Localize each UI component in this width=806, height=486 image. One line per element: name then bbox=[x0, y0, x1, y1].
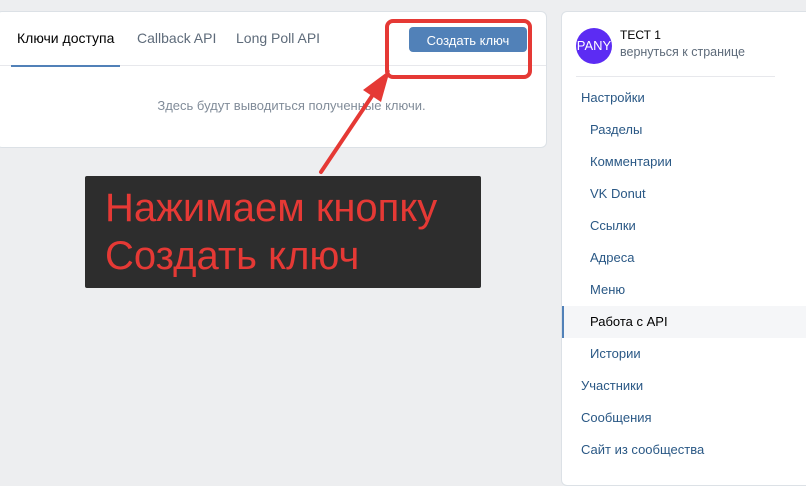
sidebar-item-settings[interactable]: Настройки bbox=[562, 82, 806, 114]
annotation-line-2: Создать ключ bbox=[105, 234, 360, 278]
sidebar-item-api[interactable]: Работа с API bbox=[562, 306, 806, 338]
tab-access-keys[interactable]: Ключи доступа bbox=[10, 12, 121, 67]
sidebar-divider bbox=[576, 76, 775, 77]
avatar[interactable]: PANY bbox=[576, 28, 612, 64]
empty-keys-message: Здесь будут выводиться полученные ключи. bbox=[157, 98, 426, 113]
sidebar-item-comments[interactable]: Комментарии bbox=[562, 146, 806, 178]
create-key-button[interactable]: Создать ключ bbox=[409, 27, 527, 52]
sidebar-item-sections[interactable]: Разделы bbox=[562, 114, 806, 146]
sidebar-item-messages[interactable]: Сообщения bbox=[562, 402, 806, 434]
sidebar-item-stories[interactable]: Истории bbox=[562, 338, 806, 370]
sidebar-item-links[interactable]: Ссылки bbox=[562, 210, 806, 242]
sidebar-item-community-site[interactable]: Сайт из сообщества bbox=[562, 434, 806, 466]
sidebar-item-addresses[interactable]: Адреса bbox=[562, 242, 806, 274]
tab-callback-api[interactable]: Callback API bbox=[137, 12, 216, 66]
sidebar-item-vk-donut[interactable]: VK Donut bbox=[562, 178, 806, 210]
annotation-callout: Нажимаем кнопку Создать ключ bbox=[85, 176, 481, 288]
community-name[interactable]: ТЕСТ 1 bbox=[620, 28, 661, 42]
back-to-page-link[interactable]: вернуться к странице bbox=[620, 45, 745, 59]
sidebar-item-members[interactable]: Участники bbox=[562, 370, 806, 402]
api-keys-card: Ключи доступа Callback API Long Poll API… bbox=[0, 11, 547, 148]
annotation-line-1: Нажимаем кнопку bbox=[105, 186, 438, 230]
community-header: PANY ТЕСТ 1 вернуться к странице bbox=[562, 12, 806, 77]
sidebar-item-menu[interactable]: Меню bbox=[562, 274, 806, 306]
tab-long-poll-api[interactable]: Long Poll API bbox=[236, 12, 320, 66]
community-settings-sidebar: PANY ТЕСТ 1 вернуться к странице Настрой… bbox=[561, 11, 806, 486]
